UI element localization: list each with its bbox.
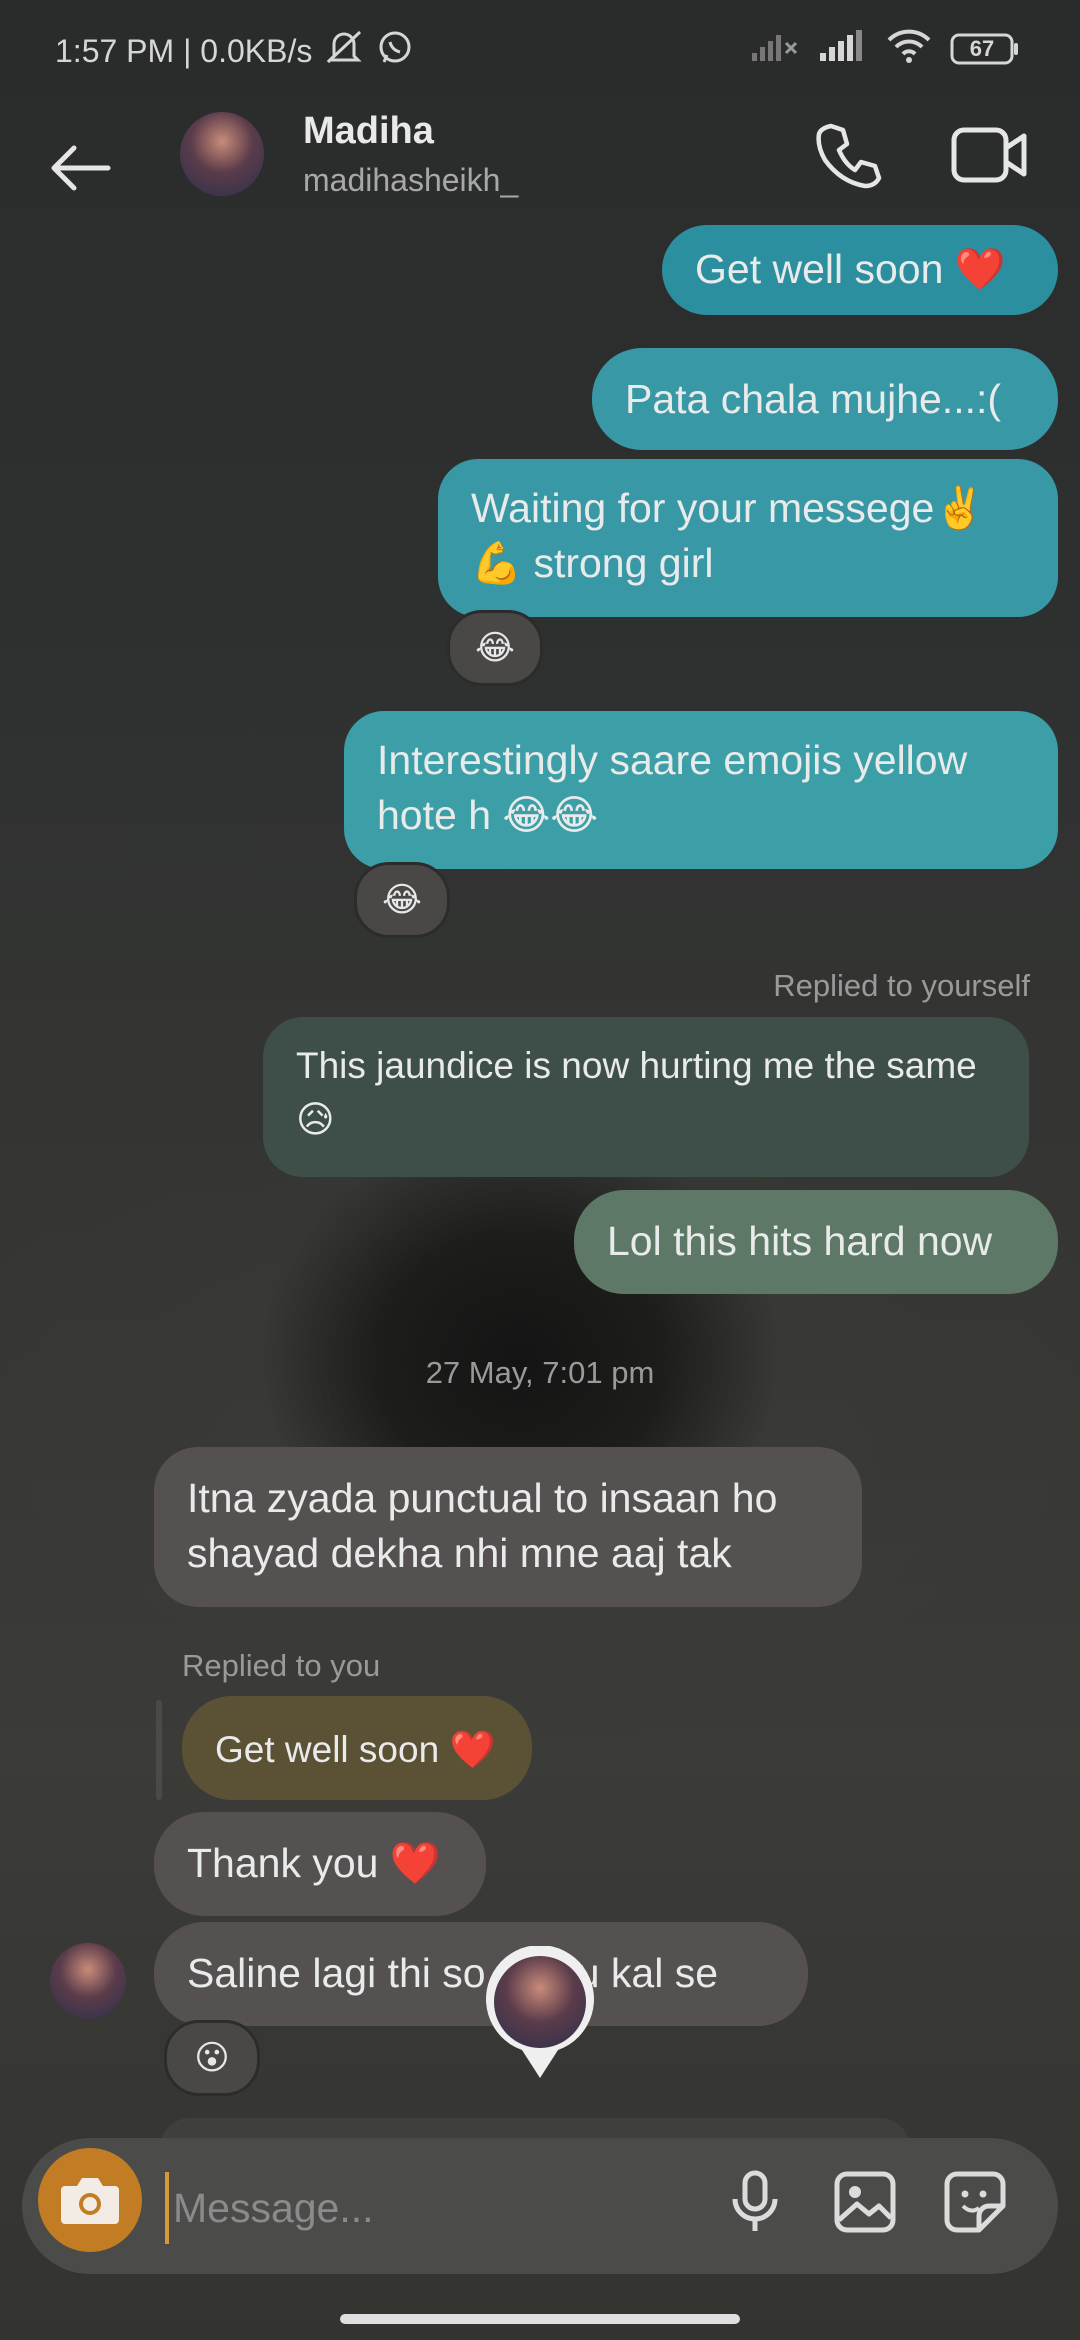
outgoing-message[interactable]: Get well soon ❤️ <box>662 225 1058 315</box>
message-reaction[interactable]: 😂 <box>354 862 450 938</box>
reaction-emoji: 😂 <box>382 881 422 919</box>
quoted-message[interactable]: Get well soon ❤️ <box>182 1696 532 1800</box>
reaction-emoji: 😂 <box>475 629 515 667</box>
incoming-message[interactable]: Saline lagi thi so rhi hu kal se <box>154 1922 808 2026</box>
message-text: Lol this hits hard now <box>607 1218 993 1264</box>
incoming-message[interactable]: Itna zyada punctual to insaan ho shayad … <box>154 1447 862 1607</box>
home-indicator[interactable] <box>340 2314 740 2324</box>
status-time-speed: 1:57 PM | 0.0KB/s <box>55 32 313 69</box>
outgoing-message[interactable]: Pata chala mujhe...:( <box>592 348 1058 450</box>
microphone-icon <box>732 2170 778 2231</box>
phone-icon <box>816 123 882 189</box>
status-left: 1:57 PM | 0.0KB/s <box>55 28 414 74</box>
voice-call-button[interactable] <box>815 120 895 200</box>
header-avatar[interactable] <box>180 112 264 196</box>
date-separator: 27 May, 7:01 pm <box>425 1355 655 1390</box>
gallery-button[interactable] <box>830 2167 900 2237</box>
seen-avatar <box>494 1956 586 2048</box>
status-bar: 1:57 PM | 0.0KB/s 67 <box>0 0 1080 96</box>
message-text: Pata chala mujhe...:( <box>625 376 1002 422</box>
outgoing-message[interactable]: Lol this hits hard now <box>574 1190 1058 1294</box>
signal-no-sim-icon <box>750 29 800 68</box>
message-text: Get well soon ❤️ <box>695 246 1006 292</box>
wifi-icon <box>886 28 932 69</box>
whatsapp-icon <box>376 28 414 74</box>
battery-level: 67 <box>969 35 995 61</box>
seen-indicator <box>484 1946 596 2080</box>
reply-label: Replied to yourself <box>773 968 1030 1003</box>
status-right: 67 <box>750 28 1020 69</box>
message-text: hote h 😂😂 <box>377 792 599 838</box>
video-call-button[interactable] <box>950 120 1040 200</box>
back-arrow-icon <box>51 145 111 191</box>
sticker-button[interactable] <box>940 2167 1010 2237</box>
incoming-message[interactable]: Thank you ❤️ <box>154 1812 486 1916</box>
outgoing-message[interactable]: Interestingly saare emojis yellow hote h… <box>344 711 1058 869</box>
message-text: Interestingly saare emojis yellow <box>377 737 968 783</box>
camera-button[interactable] <box>38 2148 142 2252</box>
voice-message-button[interactable] <box>720 2167 790 2237</box>
message-text: 💪 strong girl <box>471 540 714 586</box>
message-text: Saline lagi thi so rhi hu kal se <box>187 1950 719 1996</box>
replied-message[interactable]: This jaundice is now hurting me the same… <box>263 1017 1029 1177</box>
back-button[interactable] <box>40 128 120 208</box>
message-text: Itna zyada punctual to insaan ho <box>187 1475 778 1521</box>
reply-bar <box>156 1700 162 1800</box>
contact-name[interactable]: Madiha <box>303 110 434 153</box>
chat-header: Madiha madihasheikh_ <box>0 96 1080 236</box>
reaction-emoji: 😮 <box>194 2039 230 2077</box>
reply-label: Replied to you <box>182 1648 381 1683</box>
message-text: 😥 <box>296 1099 335 1140</box>
message-reaction[interactable]: 😮 <box>164 2020 260 2096</box>
message-text: shayad dekha nhi mne aaj tak <box>187 1530 732 1576</box>
mute-icon <box>322 28 366 74</box>
message-input[interactable] <box>165 2172 695 2244</box>
sticker-icon <box>944 2171 1006 2233</box>
battery-icon: 67 <box>950 32 1020 66</box>
outgoing-message[interactable]: Waiting for your messege✌️ 💪 strong girl <box>438 459 1058 617</box>
message-text: Waiting for your messege✌️ <box>471 485 986 531</box>
camera-icon <box>61 2178 119 2224</box>
message-text: This jaundice is now hurting me the same <box>296 1045 977 1086</box>
message-text: Get well soon ❤️ <box>215 1729 496 1770</box>
contact-username[interactable]: madihasheikh_ <box>303 162 518 199</box>
image-icon <box>834 2171 896 2233</box>
message-text: Thank you ❤️ <box>187 1840 441 1886</box>
message-reaction[interactable]: 😂 <box>447 610 543 686</box>
video-camera-icon <box>951 127 1027 183</box>
signal-icon <box>818 29 868 68</box>
sender-avatar[interactable] <box>50 1943 126 2019</box>
